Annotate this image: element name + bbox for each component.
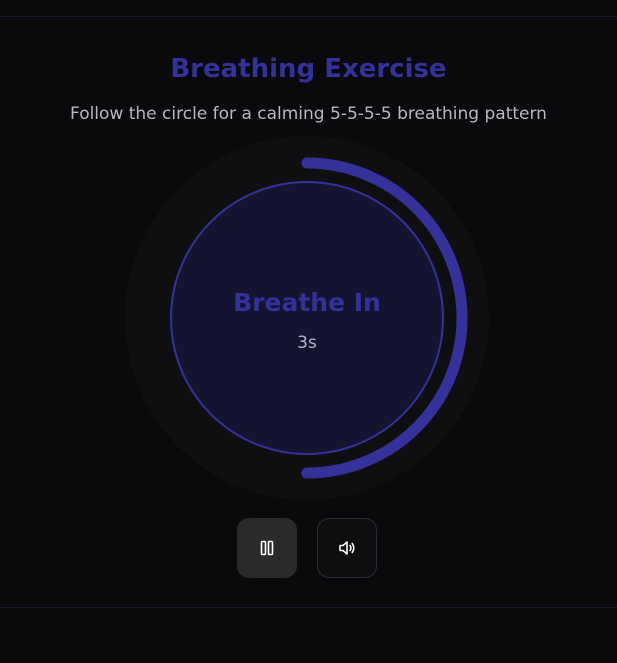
sound-toggle-button[interactable] — [317, 518, 377, 578]
pause-icon — [260, 540, 274, 556]
phase-label: Breathe In — [233, 288, 381, 317]
countdown-timer: 3s — [297, 333, 317, 353]
speaker-icon — [339, 541, 355, 555]
bottom-divider — [0, 607, 617, 608]
pause-button[interactable] — [237, 518, 297, 578]
